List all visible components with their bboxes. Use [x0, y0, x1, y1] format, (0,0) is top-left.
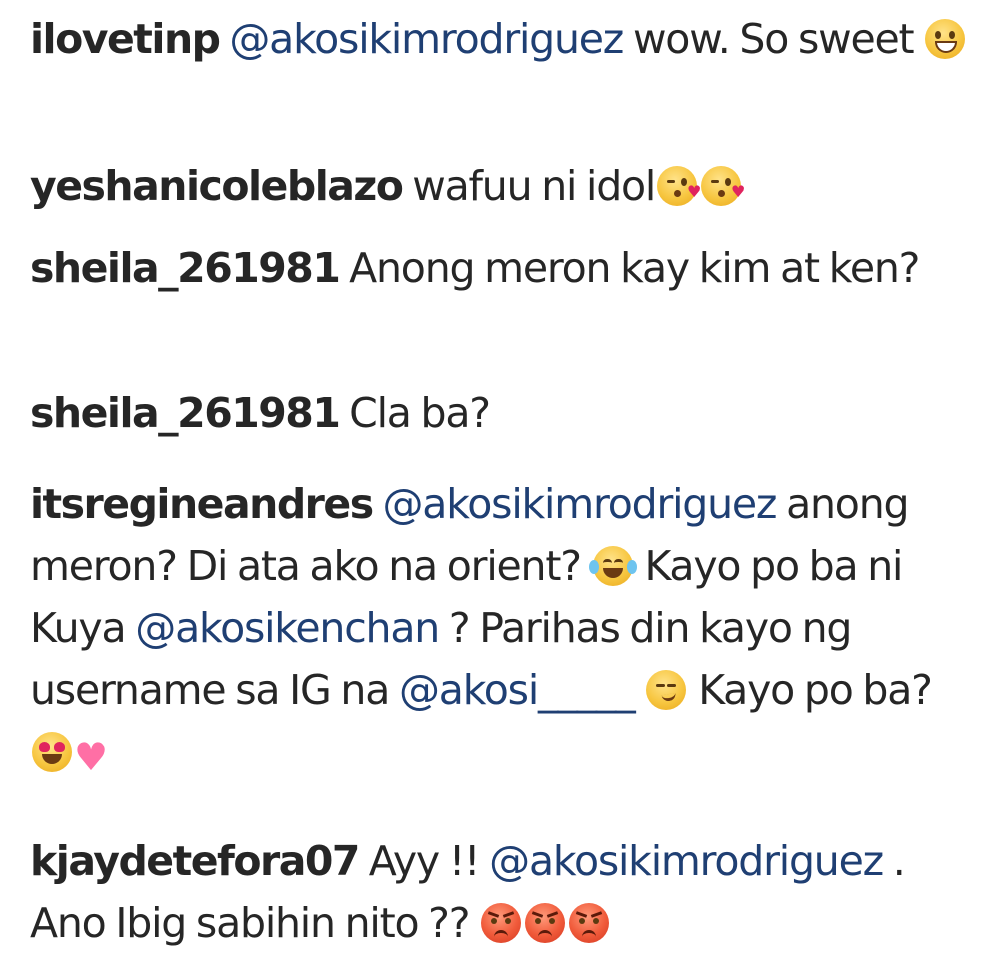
comment-username[interactable]: sheila_261981 [30, 389, 341, 437]
smirking-face-icon [646, 670, 687, 710]
comment-mention[interactable]: @akosikenchan [135, 604, 440, 652]
comment-text: Anong meron kay kim at ken? [339, 244, 920, 292]
face-blowing-kiss-icon: ♥ [657, 166, 701, 206]
growing-heart-icon: ♥ [74, 735, 108, 779]
comment-username[interactable]: yeshanicoleblazo [30, 162, 404, 210]
pouting-face-icon [481, 903, 522, 943]
comment-text: Cla ba? [339, 389, 491, 437]
comment-mention[interactable]: @akosikimrodriguez [382, 480, 777, 528]
face-with-tears-of-joy-icon [588, 546, 637, 586]
comment-text: wafuu ni idol [402, 162, 656, 210]
heart-eyes-face-icon [32, 732, 72, 772]
comment-text: wow. So sweet [623, 15, 924, 63]
comment: ilovetinp @akosikimrodriguez wow. So swe… [30, 8, 970, 70]
pouting-face-icon [525, 903, 566, 943]
comment-username[interactable]: kjaydetefora07 [30, 837, 360, 885]
comment: kjaydetefora07 Ayy !! @akosikimrodriguez… [30, 830, 970, 954]
comment: sheila_261981 Cla ba? [30, 382, 970, 444]
face-blowing-kiss-icon: ♥ [701, 166, 745, 206]
comment-username[interactable]: sheila_261981 [30, 244, 341, 292]
grinning-face-icon [925, 19, 966, 59]
comment-text: Kayo po ba? [688, 666, 933, 714]
comment-mention[interactable]: @akosikimrodriguez [229, 15, 624, 63]
comment-text: Ayy !! [358, 837, 490, 885]
comment-username[interactable]: itsregineandres [30, 480, 374, 528]
comment: sheila_261981 Anong meron kay kim at ken… [30, 237, 970, 299]
comment-mention[interactable]: @akosikimrodriguez [489, 837, 884, 885]
comment-username[interactable]: ilovetinp [30, 15, 221, 63]
pouting-face-icon [569, 903, 610, 943]
comment: itsregineandres @akosikimrodriguez anong… [30, 473, 970, 783]
comment: yeshanicoleblazo wafuu ni idol ♥ ♥ [30, 155, 970, 217]
comment-mention[interactable]: @akosi_____ [399, 666, 636, 714]
